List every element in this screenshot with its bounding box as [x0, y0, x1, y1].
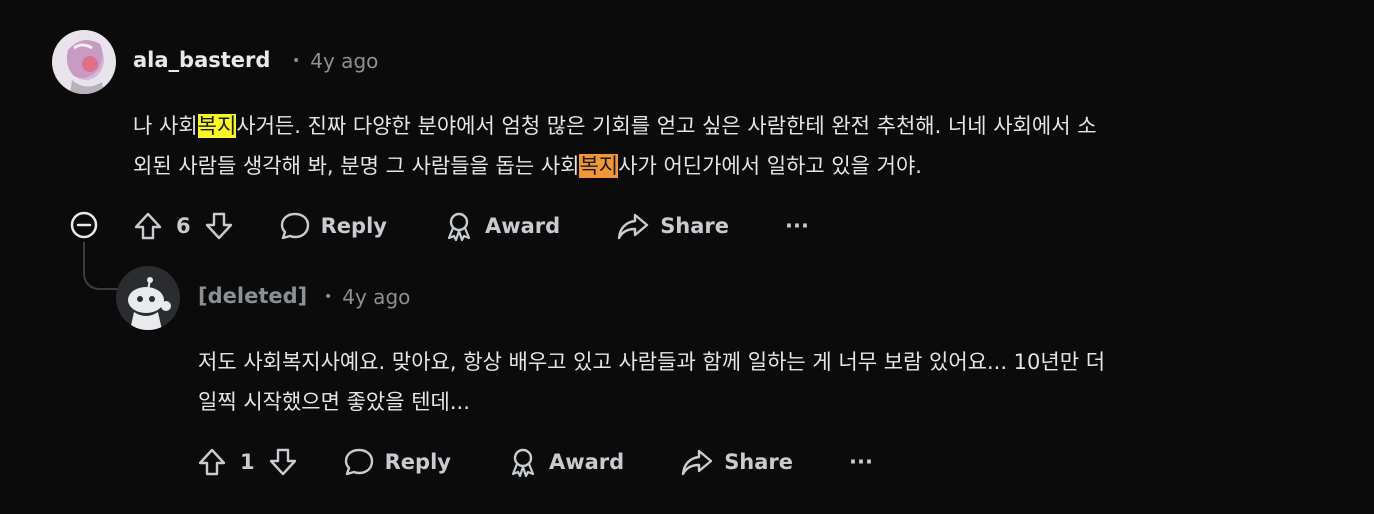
more-options-button[interactable]: ···: [849, 450, 873, 474]
award-button[interactable]: Award: [507, 446, 624, 478]
speech-bubble-icon: [280, 212, 309, 240]
comment-body-line: 저도 사회복지사예요. 맞아요, 항상 배우고 있고 사람들과 함께 일하는 게…: [198, 350, 1106, 374]
highlighted-term: 복지: [197, 114, 237, 138]
share-button[interactable]: Share: [680, 446, 793, 478]
collapse-icon: [70, 211, 98, 239]
upvote-icon: [134, 212, 162, 240]
upvote-button[interactable]: [196, 446, 228, 478]
comment-actions: 6 Reply Award Share ···: [132, 204, 809, 248]
more-options-button[interactable]: ···: [785, 214, 809, 238]
award-icon: [447, 212, 471, 242]
downvote-icon: [205, 212, 232, 240]
award-icon: [511, 448, 535, 478]
collapse-thread-button[interactable]: [70, 211, 98, 239]
ellipsis-icon: ···: [849, 450, 873, 474]
comment-author: [deleted]: [198, 284, 308, 308]
award-label: Award: [484, 214, 561, 238]
comment-timestamp: • 4y ago: [292, 49, 378, 73]
timestamp-text: 4y ago: [310, 49, 379, 73]
comment-thread: ala_basterd • 4y ago 나 사회복지사거든. 진짜 다양한 분야…: [0, 0, 1374, 514]
body-text: 사가 어딘가에서 일하고 있을 거야.: [618, 154, 922, 178]
thread-line: [83, 242, 119, 290]
comment-body: 저도 사회복지사예요. 맞아요, 항상 배우고 있고 사람들과 함께 일하는 게…: [198, 342, 1348, 422]
reply-label: Reply: [320, 214, 387, 238]
downvote-icon: [269, 448, 296, 476]
upvote-icon: [198, 448, 226, 476]
deleted-user-avatar[interactable]: [116, 266, 180, 330]
share-label: Share: [724, 450, 794, 474]
downvote-button[interactable]: [203, 210, 235, 242]
comment-body-line: 일찍 시작했으면 좋았을 텐데...: [198, 390, 470, 414]
comment-body-line: 외된 사람들 생각해 봐, 분명 그 사람들을 돕는 사회복지사가 어딘가에서 …: [133, 146, 1343, 186]
comment-author[interactable]: ala_basterd: [133, 48, 270, 72]
vote-count: 1: [240, 450, 255, 474]
share-button[interactable]: Share: [616, 210, 729, 242]
reply-button[interactable]: Reply: [279, 210, 387, 242]
comment-body: 나 사회복지사거든. 진짜 다양한 분야에서 엄청 많은 기회를 얻고 싶은 사…: [133, 106, 1343, 186]
timestamp-text: 4y ago: [342, 285, 411, 309]
highlighted-term: 복지: [579, 154, 619, 178]
comment-timestamp: • 4y ago: [324, 285, 410, 309]
comment-body-line: 나 사회복지사거든. 진짜 다양한 분야에서 엄청 많은 기회를 얻고 싶은 사…: [133, 106, 1343, 146]
downvote-button[interactable]: [267, 446, 299, 478]
award-button[interactable]: Award: [443, 210, 560, 242]
comment-actions: 1 Reply Award Share ···: [196, 440, 873, 484]
vote-count: 6: [176, 214, 191, 238]
award-label: Award: [548, 450, 625, 474]
user-avatar[interactable]: [52, 30, 116, 94]
share-icon: [681, 449, 713, 476]
body-text: 외된 사람들 생각해 봐, 분명 그 사람들을 돕는 사회: [133, 154, 580, 178]
share-icon: [617, 213, 649, 240]
share-label: Share: [660, 214, 730, 238]
separator-dot: •: [324, 289, 333, 305]
upvote-button[interactable]: [132, 210, 164, 242]
speech-bubble-icon: [344, 448, 373, 476]
reply-button[interactable]: Reply: [343, 446, 451, 478]
separator-dot: •: [292, 53, 301, 69]
body-text: 나 사회: [133, 114, 198, 138]
reply-label: Reply: [384, 450, 451, 474]
ellipsis-icon: ···: [785, 214, 809, 238]
body-text: 사거든. 진짜 다양한 분야에서 엄청 많은 기회를 얻고 싶은 사람한테 완전…: [236, 114, 1097, 138]
